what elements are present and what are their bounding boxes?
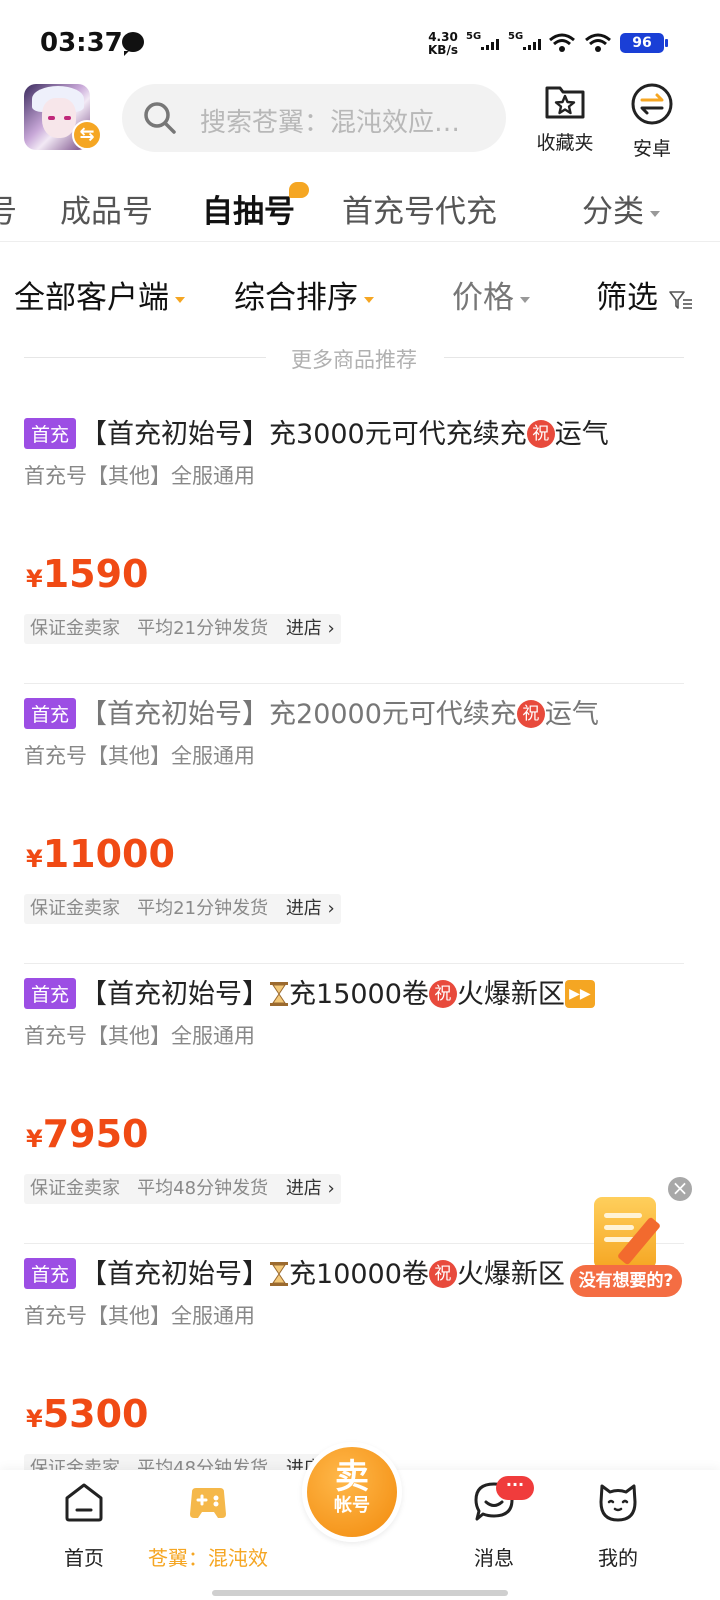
status-time: 03:37 (40, 28, 123, 58)
wifi-icon (549, 33, 575, 52)
seller-info: 保证金卖家 平均21分钟发货 进店 › (24, 614, 341, 644)
fast-forward-icon: ▶▶ (564, 979, 595, 1008)
price-filter[interactable]: 价格 (452, 272, 530, 317)
client-filter[interactable]: 全部客户端 (14, 272, 185, 317)
blessing-icon: 祝 (428, 979, 457, 1008)
listing-title: 首充 【首充初始号】充3000元可代充续充祝运气 (24, 412, 609, 451)
chevron-down-icon (520, 296, 530, 303)
gamepad-icon (190, 1488, 226, 1518)
chevron-right-icon: › (321, 618, 335, 639)
signal-icon (481, 38, 499, 50)
listing-title: 首充 【首充初始号】 充10000卷祝火爆新区 (24, 1252, 565, 1291)
listing-card[interactable]: 首充 【首充初始号】充20000元可代续充祝运气 首充号【其他】全服通用 ¥110… (24, 684, 684, 964)
chevron-down-icon (175, 296, 185, 303)
status-bar: 03:37 4.30 KB/s 5G 5G 96 (0, 0, 720, 80)
listing-subtitle: 首充号【其他】全服通用 (24, 1024, 255, 1048)
hot-badge-icon (289, 182, 309, 198)
listing-subtitle: 首充号【其他】全服通用 (24, 464, 255, 488)
search-placeholder: 搜索苍翼：混沌效应… (200, 108, 461, 138)
blessing-icon: 祝 (516, 699, 545, 728)
hourglass-icon (270, 1261, 289, 1286)
sell-account-button[interactable]: 卖 帐号 (302, 1442, 402, 1542)
home-icon (65, 1483, 103, 1522)
first-recharge-tag: 首充 (24, 698, 77, 729)
sort-filter[interactable]: 综合排序 (234, 272, 374, 317)
filter-icon (669, 290, 692, 309)
tab-self-draw-account[interactable]: 自抽号 (202, 182, 309, 231)
category-tabs: 号 成品号 自抽号 首充号代充 分类 (0, 170, 720, 242)
blessing-icon: 祝 (428, 1259, 457, 1288)
listing-title: 首充 【首充初始号】充20000元可代续充祝运气 (24, 692, 599, 731)
cat-profile-icon (599, 1484, 637, 1522)
first-recharge-tag: 首充 (24, 978, 77, 1009)
search-icon (144, 102, 176, 134)
blessing-icon: 祝 (526, 419, 555, 448)
sim1-label: 5G (466, 31, 482, 42)
close-icon[interactable]: × (666, 1175, 694, 1203)
listing-price: ¥7950 (26, 1112, 149, 1156)
recommendation-divider: 更多商品推荐 (24, 340, 684, 376)
favorites-button[interactable]: 收藏夹 (525, 82, 605, 155)
tab-finished-account[interactable]: 成品号 (60, 186, 153, 231)
header: ⇆ 搜索苍翼：混沌效应… 收藏夹 安卓 (0, 80, 720, 160)
chevron-right-icon: › (321, 1178, 335, 1199)
listing-subtitle: 首充号【其他】全服通用 (24, 744, 255, 768)
platform-switch-button[interactable]: 安卓 (612, 82, 692, 161)
chevron-right-icon: › (321, 898, 335, 919)
enter-store-link[interactable]: 进店 › (286, 618, 335, 639)
listing-card[interactable]: 首充 【首充初始号】充3000元可代充续充祝运气 首充号【其他】全服通用 ¥159… (24, 404, 684, 684)
filter-bar: 全部客户端 综合排序 价格 筛选 (0, 258, 720, 328)
request-item-promo[interactable]: 没有想要的? × (570, 1175, 694, 1300)
favorites-folder-icon (545, 86, 585, 119)
tab-first-recharge[interactable]: 首充号代充 (342, 186, 497, 231)
chevron-down-icon (364, 296, 374, 303)
enter-store-link[interactable]: 进店 › (286, 1178, 335, 1199)
first-recharge-tag: 首充 (24, 418, 77, 449)
listing-subtitle: 首充号【其他】全服通用 (24, 1304, 255, 1328)
search-input[interactable]: 搜索苍翼：混沌效应… (122, 84, 506, 152)
hourglass-icon (270, 981, 289, 1006)
battery-icon: 96 (620, 33, 668, 53)
network-speed: 4.30 KB/s (428, 30, 458, 57)
tab-partial[interactable]: 号 (0, 186, 17, 231)
chevron-down-icon (650, 210, 660, 217)
switch-game-icon[interactable]: ⇆ (72, 120, 102, 150)
listing-price: ¥1590 (26, 552, 149, 596)
enter-store-link[interactable]: 进店 › (286, 898, 335, 919)
wifi-icon (585, 33, 611, 52)
first-recharge-tag: 首充 (24, 1258, 77, 1289)
sim2-label: 5G (508, 31, 524, 42)
platform-swap-icon (631, 83, 673, 125)
tab-category[interactable]: 分类 (582, 186, 660, 231)
home-indicator[interactable] (212, 1590, 508, 1596)
message-count-badge: ··· (496, 1476, 534, 1500)
listing-title: 首充 【首充初始号】 充15000卷祝火爆新区 ▶▶ (24, 972, 595, 1011)
advanced-filter[interactable]: 筛选 (596, 272, 694, 317)
listing-price: ¥11000 (26, 832, 175, 876)
bottom-navigation: 首页 苍翼：混沌效 卖 帐号 消息 ··· 我的 (0, 1442, 720, 1600)
listing-price: ¥5300 (26, 1392, 149, 1436)
seller-info: 保证金卖家 平均21分钟发货 进店 › (24, 894, 341, 924)
seller-info: 保证金卖家 平均48分钟发货 进店 › (24, 1174, 341, 1204)
chat-notification-icon (122, 32, 144, 56)
signal-icon (523, 38, 541, 50)
